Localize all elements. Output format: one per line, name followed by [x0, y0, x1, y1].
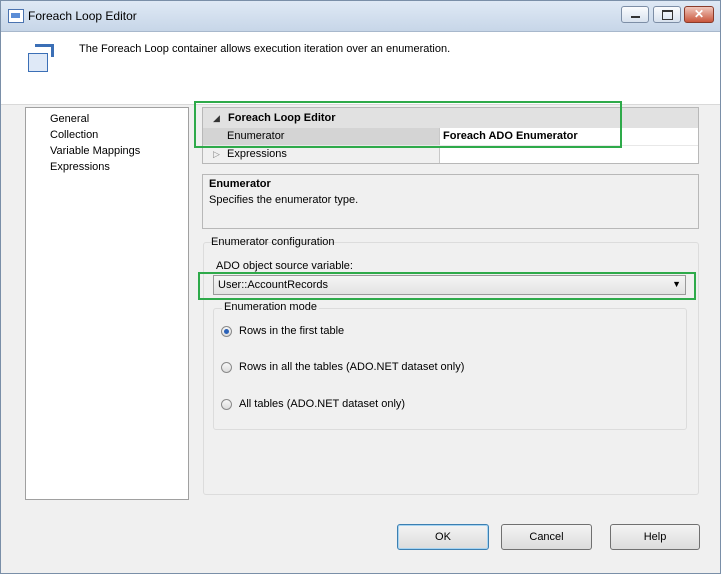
- highlight-enumerator-box: [194, 101, 622, 148]
- nav-item-collection[interactable]: Collection: [50, 129, 98, 141]
- radio-rows-first-table[interactable]: [221, 326, 232, 337]
- description-text: Specifies the enumerator type.: [209, 194, 359, 206]
- close-icon: ✕: [693, 7, 705, 21]
- minimize-button[interactable]: [621, 6, 649, 23]
- page-list: General Collection Variable Mappings Exp…: [25, 107, 189, 500]
- description-title: Enumerator: [209, 178, 271, 190]
- nav-item-variable-mappings[interactable]: Variable Mappings: [50, 145, 140, 157]
- radio-label[interactable]: All tables (ADO.NET dataset only): [239, 398, 405, 410]
- config-group-label: Enumerator configuration: [211, 236, 335, 248]
- ok-button[interactable]: OK: [397, 524, 489, 550]
- property-description-panel: Enumerator Specifies the enumerator type…: [202, 174, 699, 229]
- window-title: Foreach Loop Editor: [28, 9, 137, 23]
- minimize-icon: [631, 16, 640, 18]
- expand-triangle-icon[interactable]: ▷: [213, 149, 220, 160]
- close-button[interactable]: ✕: [684, 6, 714, 23]
- radio-rows-all-tables[interactable]: [221, 362, 232, 373]
- ado-source-label: ADO object source variable:: [216, 260, 353, 272]
- highlight-ado-source-box: [198, 272, 696, 300]
- radio-label[interactable]: Rows in all the tables (ADO.NET dataset …: [239, 361, 464, 373]
- grid-row-label: Expressions: [227, 148, 287, 160]
- title-bar[interactable]: Foreach Loop Editor ✕: [1, 1, 720, 32]
- enumeration-mode-label: Enumeration mode: [222, 301, 319, 313]
- dialog-header: The Foreach Loop container allows execut…: [1, 32, 720, 105]
- foreach-container-icon: [25, 44, 54, 72]
- radio-all-tables[interactable]: [221, 399, 232, 410]
- dialog-window: Foreach Loop Editor ✕ The Foreach Loop c…: [0, 0, 721, 574]
- maximize-button[interactable]: [653, 6, 681, 23]
- radio-label[interactable]: Rows in the first table: [239, 325, 344, 337]
- maximize-icon: [662, 10, 673, 20]
- nav-item-general[interactable]: General: [50, 113, 89, 125]
- cancel-button[interactable]: Cancel: [501, 524, 592, 550]
- help-button[interactable]: Help: [610, 524, 700, 550]
- nav-item-expressions[interactable]: Expressions: [50, 161, 110, 173]
- grid-row-expressions[interactable]: ▷ Expressions: [203, 146, 698, 163]
- foreach-loop-icon: [8, 9, 24, 23]
- header-description: The Foreach Loop container allows execut…: [79, 43, 451, 55]
